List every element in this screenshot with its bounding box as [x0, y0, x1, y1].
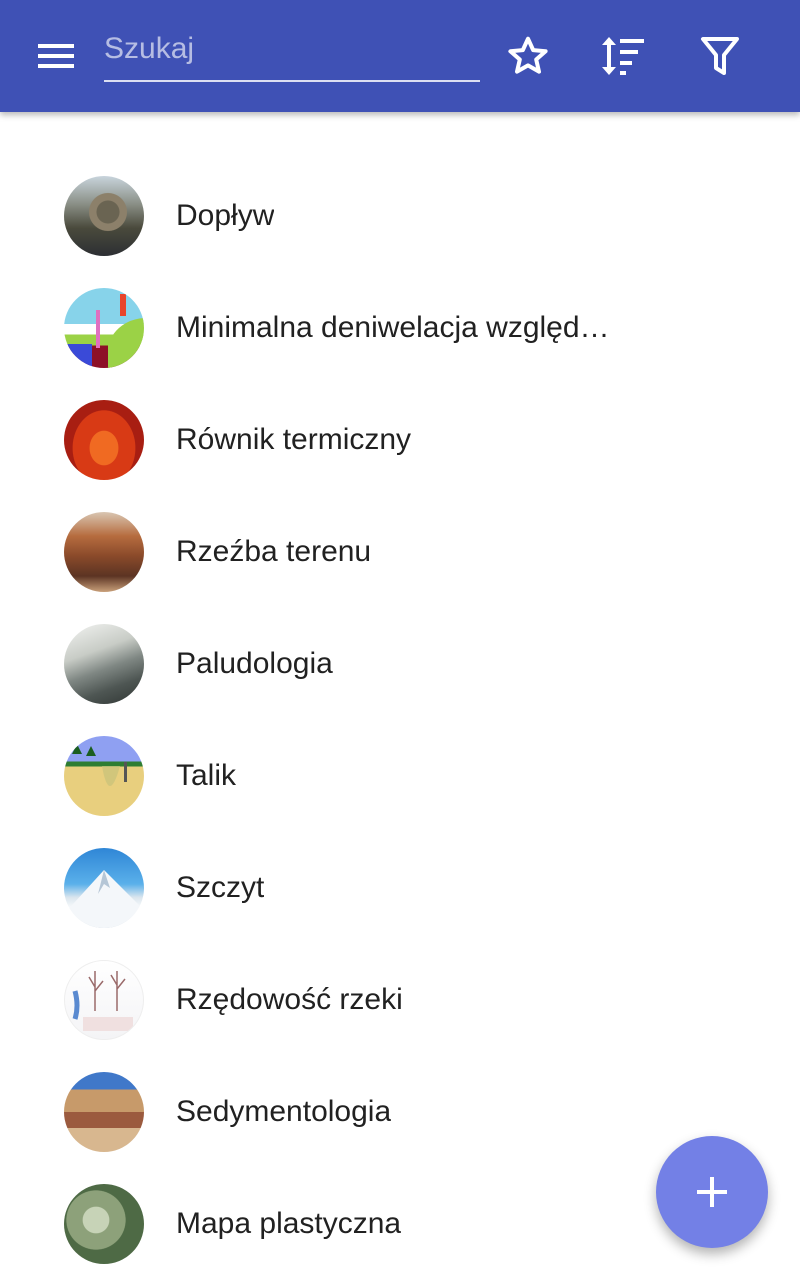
item-label: Rzeźba terenu [176, 535, 372, 568]
list-item[interactable]: Rzędowość rzeki [0, 944, 800, 1056]
thumbnail-image [64, 512, 144, 592]
thumbnail-image [64, 960, 144, 1040]
item-label: Szczyt [176, 871, 265, 904]
favorites-button[interactable] [500, 28, 556, 84]
menu-button[interactable] [24, 28, 88, 84]
item-label: Paludologia [176, 647, 333, 680]
item-label: Mapa plastyczna [176, 1207, 402, 1240]
list-item[interactable]: Szczyt [0, 832, 800, 944]
item-label: Rzędowość rzeki [176, 983, 403, 1016]
thumbnail-image [64, 1184, 144, 1264]
list-item[interactable]: Paludologia [0, 608, 800, 720]
term-list: Dopływ Minimalna deniwelacja względ… Rów… [0, 160, 800, 1280]
search-input[interactable] [104, 20, 480, 78]
item-label: Dopływ [176, 199, 275, 232]
item-label: Minimalna deniwelacja względ… [176, 311, 610, 344]
plus-icon [697, 1177, 727, 1207]
thumbnail-image [64, 1072, 144, 1152]
list-item[interactable]: Równik termiczny [0, 384, 800, 496]
add-button[interactable] [656, 1136, 768, 1248]
item-label: Równik termiczny [176, 423, 412, 456]
list-item[interactable]: Talik [0, 720, 800, 832]
item-label: Talik [176, 759, 237, 792]
thumbnail-image [64, 176, 144, 256]
menu-icon [38, 44, 74, 68]
thumbnail-image [64, 736, 144, 816]
search-underline [104, 80, 480, 82]
list-item[interactable]: Minimalna deniwelacja względ… [0, 272, 800, 384]
thumbnail-image [64, 624, 144, 704]
list-item[interactable]: Rzeźba terenu [0, 496, 800, 608]
search-field[interactable] [104, 20, 480, 82]
filter-icon [701, 37, 739, 75]
star-outline-icon [508, 36, 548, 74]
list-item[interactable]: Dopływ [0, 160, 800, 272]
sort-icon [602, 37, 644, 75]
app-bar [0, 0, 800, 112]
sort-button[interactable] [595, 28, 651, 84]
thumbnail-image [64, 400, 144, 480]
thumbnail-image [64, 288, 144, 368]
item-label: Sedymentologia [176, 1095, 392, 1128]
filter-button[interactable] [692, 28, 748, 84]
thumbnail-image [64, 848, 144, 928]
